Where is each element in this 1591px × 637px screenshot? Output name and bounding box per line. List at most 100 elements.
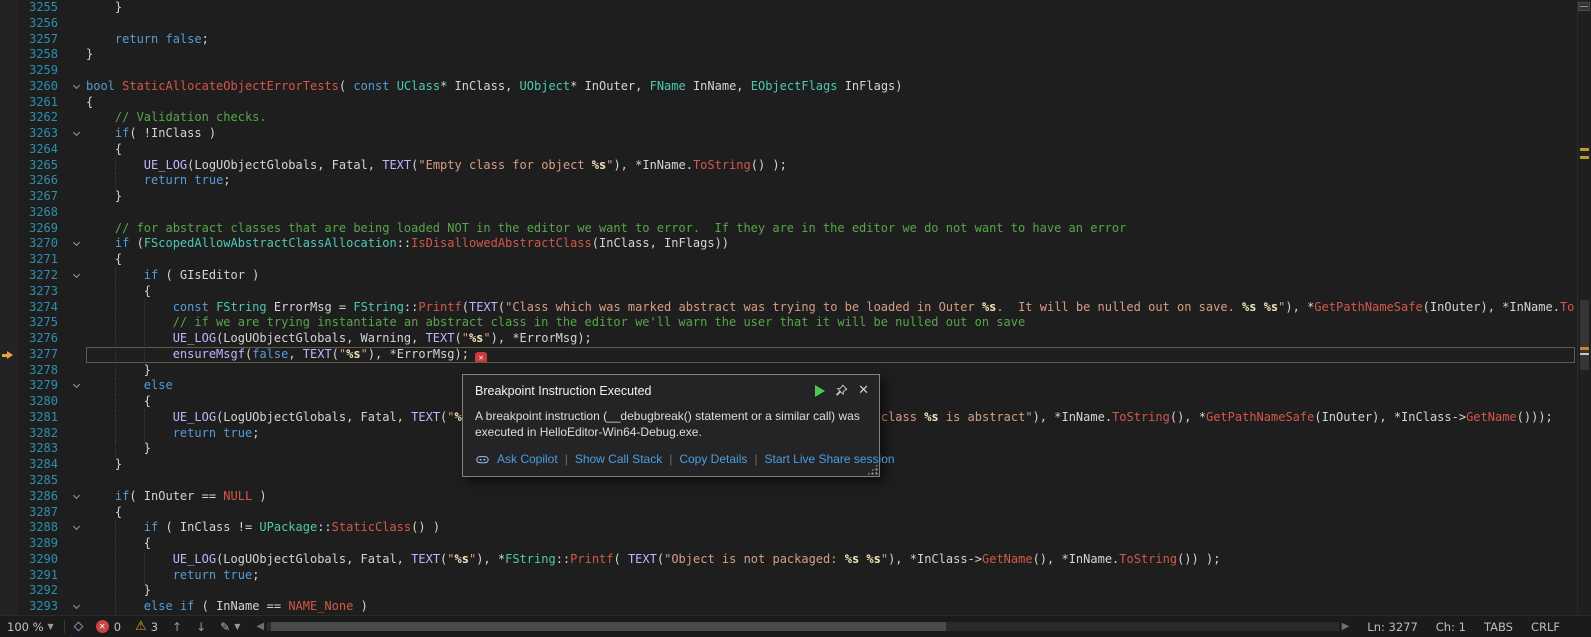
breakpoint-margin[interactable] [0,158,18,174]
breakpoint-margin[interactable] [0,426,18,442]
code-line-3273[interactable]: 3273 { [0,284,1591,300]
breakpoint-margin[interactable] [0,441,18,457]
line-number[interactable]: 3276 [18,331,58,347]
code-text[interactable]: return true; [86,568,1575,584]
code-line-3261[interactable]: 3261{ [0,95,1591,111]
breakpoint-margin[interactable] [0,489,18,505]
line-number[interactable]: 3290 [18,552,58,568]
copy-details-link[interactable]: Copy Details [679,452,747,466]
ask-copilot-link[interactable]: Ask Copilot [497,452,558,466]
code-line-3293[interactable]: 3293 else if ( InName == NAME_None ) [0,599,1591,615]
code-text[interactable]: UE_LOG(LogUObjectGlobals, Fatal, TEXT("%… [86,552,1575,568]
breakpoint-margin[interactable] [0,173,18,189]
code-text[interactable]: if (FScopedAllowAbstractClassAllocation:… [86,236,1575,252]
code-text[interactable]: // for abstract classes that are being l… [86,221,1575,237]
code-line-3256[interactable]: 3256 [0,16,1591,32]
breakpoint-margin[interactable] [0,252,18,268]
line-number[interactable]: 3266 [18,173,58,189]
breakpoint-margin[interactable] [0,331,18,347]
code-line-3271[interactable]: 3271 { [0,252,1591,268]
breakpoint-margin[interactable] [0,505,18,521]
line-number[interactable]: 3272 [18,268,58,284]
code-line-3272[interactable]: 3272 if ( GIsEditor ) [0,268,1591,284]
line-number[interactable]: 3267 [18,189,58,205]
breakpoint-margin[interactable] [0,583,18,599]
breakpoint-margin[interactable] [0,410,18,426]
code-line-3276[interactable]: 3276 UE_LOG(LogUObjectGlobals, Warning, … [0,331,1591,347]
scroll-left-arrow-icon[interactable]: ◀ [253,621,267,632]
code-line-3267[interactable]: 3267 } [0,189,1591,205]
code-text[interactable] [86,16,1575,32]
code-editor[interactable]: 3255 }32563257 return false;3258}3259326… [0,0,1591,615]
breakpoint-margin[interactable] [0,347,18,363]
breakpoint-margin[interactable] [0,47,18,63]
fold-chevron-icon[interactable] [58,126,86,142]
line-number[interactable]: 3293 [18,599,58,615]
code-text[interactable]: } [86,189,1575,205]
vertical-scrollbar[interactable] [1577,0,1591,615]
code-text[interactable]: } [86,0,1575,16]
scrollbar-thumb[interactable] [1580,300,1589,370]
breakpoint-margin[interactable] [0,0,18,16]
code-line-3290[interactable]: 3290 UE_LOG(LogUObjectGlobals, Fatal, TE… [0,552,1591,568]
breakpoint-margin[interactable] [0,315,18,331]
line-indicator[interactable]: Ln: 3277 [1367,620,1418,634]
breakpoint-margin[interactable] [0,32,18,48]
code-text[interactable]: const FString ErrorMsg = FString::Printf… [86,300,1575,316]
breakpoint-margin[interactable] [0,142,18,158]
code-line-3270[interactable]: 3270 if (FScopedAllowAbstractClassAlloca… [0,236,1591,252]
code-cleanup-button[interactable]: ✎ ▼ [220,620,240,634]
line-number[interactable]: 3257 [18,32,58,48]
breakpoint-margin[interactable] [0,457,18,473]
breakpoint-margin[interactable] [0,363,18,379]
code-text[interactable] [86,63,1575,79]
next-issue-button[interactable]: ↓ [196,620,206,634]
breakpoint-margin[interactable] [0,189,18,205]
line-number[interactable]: 3260 [18,79,58,95]
breakpoint-margin[interactable] [0,268,18,284]
line-number[interactable]: 3288 [18,520,58,536]
line-number[interactable]: 3261 [18,95,58,111]
continue-button[interactable] [815,385,825,397]
line-number[interactable]: 3283 [18,441,58,457]
line-number[interactable]: 3291 [18,568,58,584]
line-number[interactable]: 3265 [18,158,58,174]
code-text[interactable]: } [86,583,1575,599]
code-line-3258[interactable]: 3258} [0,47,1591,63]
code-text[interactable]: if( InOuter == NULL ) [86,489,1575,505]
line-number[interactable]: 3263 [18,126,58,142]
line-number[interactable]: 3286 [18,489,58,505]
code-line-3266[interactable]: 3266 return true; [0,173,1591,189]
close-button[interactable]: ✕ [858,383,869,398]
fold-chevron-icon[interactable] [58,599,86,615]
line-number[interactable]: 3270 [18,236,58,252]
code-text[interactable]: { [86,252,1575,268]
scroll-right-arrow-icon[interactable]: ▶ [1339,621,1353,632]
line-number[interactable]: 3279 [18,378,58,394]
line-number[interactable]: 3268 [18,205,58,221]
horizontal-scrollbar[interactable]: ◀ ▶ [253,621,1352,632]
line-number[interactable]: 3281 [18,410,58,426]
code-line-3291[interactable]: 3291 return true; [0,568,1591,584]
line-number[interactable]: 3287 [18,505,58,521]
line-number[interactable]: 3262 [18,110,58,126]
line-number[interactable]: 3271 [18,252,58,268]
code-text[interactable]: ensureMsgf(false, TEXT("%s"), *ErrorMsg)… [86,347,1575,363]
fold-chevron-icon[interactable] [58,236,86,252]
code-text[interactable]: bool StaticAllocateObjectErrorTests( con… [86,79,1575,95]
breakpoint-margin[interactable] [0,79,18,95]
line-number[interactable]: 3282 [18,426,58,442]
code-text[interactable]: { [86,142,1575,158]
line-number[interactable]: 3256 [18,16,58,32]
breakpoint-margin[interactable] [0,394,18,410]
horizontal-scrollbar-thumb[interactable] [271,622,946,631]
code-line-3287[interactable]: 3287 { [0,505,1591,521]
breakpoint-margin[interactable] [0,221,18,237]
tabs-mode-indicator[interactable]: TABS [1484,620,1513,634]
code-text[interactable] [86,205,1575,221]
line-number[interactable]: 3258 [18,47,58,63]
column-indicator[interactable]: Ch: 1 [1436,620,1466,634]
code-line-3277[interactable]: 3277 ensureMsgf(false, TEXT("%s"), *Erro… [0,347,1591,363]
code-line-3263[interactable]: 3263 if( !InClass ) [0,126,1591,142]
code-line-3257[interactable]: 3257 return false; [0,32,1591,48]
